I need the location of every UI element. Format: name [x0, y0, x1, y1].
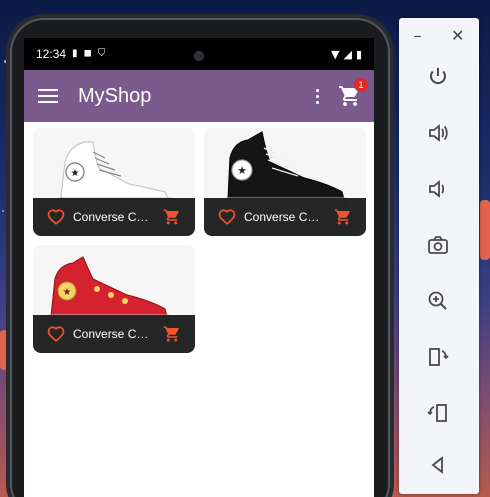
screenshot-button[interactable]: [419, 226, 457, 264]
cart-button[interactable]: 1: [338, 78, 368, 108]
emulator-side-panel: – ✕: [399, 18, 479, 494]
sim-icon: ▮: [72, 48, 78, 59]
zoom-icon: [428, 291, 447, 310]
power-button[interactable]: [419, 58, 457, 96]
product-card[interactable]: ★ Converse Chuck Taylor: [33, 245, 195, 353]
app-bar: MyShop 1: [24, 70, 374, 122]
product-title: Converse Chuck Taylor: [73, 327, 155, 341]
product-card[interactable]: ★ Converse Chuck Taylor: [204, 128, 366, 236]
signal-icon: ◢: [343, 47, 352, 61]
background-star: [2, 210, 4, 212]
media-icon: ◼: [83, 48, 92, 59]
minimize-icon[interactable]: –: [414, 26, 422, 45]
status-time: 12:34: [36, 47, 67, 61]
more-options-icon[interactable]: [312, 88, 322, 104]
zoom-button[interactable]: [419, 282, 457, 320]
volume-up-icon: [429, 124, 448, 142]
product-action-bar: Converse Chuck Taylor: [33, 315, 195, 353]
add-to-cart-icon[interactable]: [334, 208, 352, 226]
product-title: Converse Chuck Taylor: [73, 210, 155, 224]
rotate-right-icon: [427, 404, 447, 422]
rotate-left-button[interactable]: [419, 338, 457, 376]
camera-icon: [428, 236, 448, 254]
favorite-icon[interactable]: [47, 325, 65, 343]
rotate-right-button[interactable]: [419, 394, 457, 432]
svg-text:★: ★: [71, 168, 80, 179]
product-title: Converse Chuck Taylor: [244, 210, 326, 224]
product-action-bar: Converse Chuck Taylor: [204, 198, 366, 236]
wifi-icon: ▼: [331, 47, 340, 61]
status-right-icons: ▼ ◢ ▮: [331, 48, 362, 61]
product-action-bar: Converse Chuck Taylor: [33, 198, 195, 236]
favorite-icon[interactable]: [218, 208, 236, 226]
back-button[interactable]: [419, 446, 457, 484]
menu-icon[interactable]: [38, 85, 58, 107]
rotate-left-icon: [429, 348, 449, 366]
front-camera: [195, 52, 203, 60]
volume-down-button[interactable]: [419, 170, 457, 208]
svg-text:★: ★: [237, 164, 247, 177]
window-controls: – ✕: [399, 18, 479, 52]
vpn-icon: ⛉: [97, 48, 106, 59]
add-to-cart-icon[interactable]: [163, 325, 181, 343]
background-light: [480, 200, 490, 260]
background-light: [0, 330, 8, 370]
product-card[interactable]: ★ Converse Chuck Taylor: [33, 128, 195, 236]
cart-badge: 1: [354, 78, 368, 92]
battery-icon: ▮: [355, 47, 362, 61]
volume-up-button[interactable]: [419, 114, 457, 152]
add-to-cart-icon[interactable]: [163, 208, 181, 226]
volume-down-icon: [429, 180, 445, 198]
close-icon[interactable]: ✕: [451, 26, 464, 45]
background-star: [4, 60, 7, 63]
back-icon: [431, 456, 443, 474]
power-icon: [430, 68, 446, 85]
app-title: MyShop: [78, 84, 152, 107]
svg-text:★: ★: [63, 287, 72, 298]
favorite-icon[interactable]: [47, 208, 65, 226]
